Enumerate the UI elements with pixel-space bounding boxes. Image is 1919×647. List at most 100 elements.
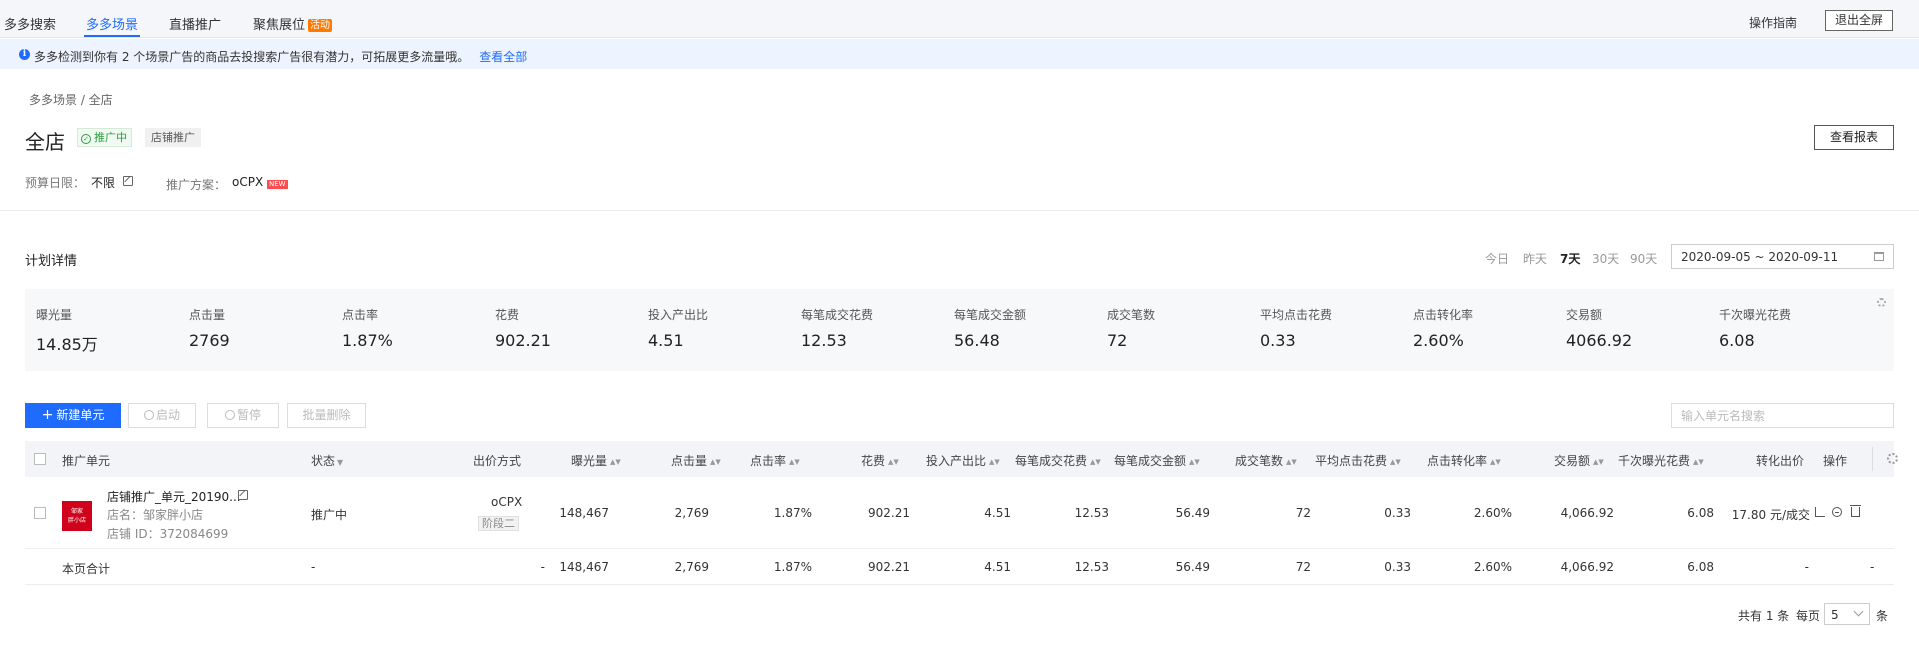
- sort-icon[interactable]: ▲▼: [1593, 458, 1604, 466]
- range-30-days[interactable]: 30天: [1592, 250, 1619, 267]
- col-avg-cpc[interactable]: 平均点击花费 ▲▼: [1315, 452, 1401, 469]
- sort-icon[interactable]: ▲▼: [1693, 458, 1704, 466]
- plus-icon: +: [41, 407, 54, 423]
- start-button[interactable]: 启动: [128, 403, 196, 428]
- col-spend[interactable]: 花费 ▲▼: [861, 452, 899, 469]
- batch-delete-button[interactable]: 批量删除: [287, 403, 366, 428]
- stats-settings-icon[interactable]: [1877, 298, 1886, 307]
- total-spend: 902.21: [868, 560, 910, 574]
- col-impressions[interactable]: 曝光量 ▲▼: [571, 452, 621, 469]
- sort-icon[interactable]: ▲▼: [610, 458, 621, 466]
- section-divider: [0, 210, 1919, 211]
- per-page-label: 每页: [1796, 609, 1821, 623]
- col-gmv[interactable]: 交易额 ▲▼: [1554, 452, 1604, 469]
- row-gmv: 4,066.92: [1560, 506, 1614, 520]
- view-report-button[interactable]: 查看报表: [1814, 125, 1894, 150]
- tab-focus-booth[interactable]: 聚焦展位 活动: [253, 14, 333, 33]
- unit-search-input[interactable]: [1671, 403, 1894, 428]
- promotion-type-tag: 店铺推广: [145, 128, 201, 147]
- new-unit-label: 新建单元: [56, 408, 105, 422]
- plan-details-title: 计划详情: [25, 254, 78, 269]
- select-all-checkbox[interactable]: [34, 453, 46, 465]
- col-cost-per-order[interactable]: 每笔成交花费 ▲▼: [1015, 452, 1101, 469]
- filter-icon[interactable]: ▼: [337, 458, 343, 467]
- stat-value: 0.33: [1260, 331, 1296, 350]
- row-avg-cpc: 0.33: [1384, 506, 1411, 520]
- stat-value: 4.51: [648, 331, 684, 350]
- table-row: 邹家 胖小店 店铺推广_单元_20190... 店名：邹家胖小店 店铺 ID：37…: [25, 477, 1894, 549]
- row-cost-per-order: 12.53: [1074, 506, 1109, 520]
- row-status: 推广中: [311, 508, 348, 522]
- stat-label: 每笔成交花费: [801, 308, 874, 322]
- check-circle-icon: ✓: [81, 134, 91, 144]
- unit-name-link[interactable]: 店铺推广_单元_20190...: [107, 488, 241, 505]
- range-today[interactable]: 今日: [1485, 250, 1509, 267]
- total-count: 共有 1 条: [1738, 609, 1790, 623]
- sort-icon[interactable]: ▲▼: [989, 458, 1000, 466]
- chart-icon[interactable]: [1815, 507, 1825, 517]
- stat-label: 曝光量: [36, 308, 73, 322]
- total-cost-per-order: 12.53: [1074, 560, 1109, 574]
- date-range-picker[interactable]: 2020-09-05 ~ 2020-09-11: [1671, 244, 1894, 269]
- sort-icon[interactable]: ▲▼: [710, 458, 721, 466]
- col-roi-label: 投入产出比: [926, 454, 987, 468]
- edit-budget-icon[interactable]: [123, 176, 133, 186]
- col-ctr[interactable]: 点击率 ▲▼: [750, 452, 800, 469]
- sort-icon[interactable]: ▲▼: [1090, 458, 1101, 466]
- sort-icon[interactable]: ▲▼: [789, 458, 800, 466]
- page-title: 全店: [25, 130, 65, 154]
- row-conv-bid: 17.80 元/成交: [1731, 508, 1810, 522]
- sort-icon[interactable]: ▲▼: [1490, 458, 1501, 466]
- exit-fullscreen-button[interactable]: 退出全屏: [1825, 10, 1893, 31]
- col-cpm[interactable]: 千次曝光花费 ▲▼: [1618, 452, 1704, 469]
- row-ctr: 1.87%: [773, 506, 812, 520]
- pause-label: 暂停: [236, 408, 261, 422]
- col-cvr-label: 点击转化率: [1427, 454, 1488, 468]
- col-unit: 推广单元: [62, 454, 111, 468]
- pause-circle-icon[interactable]: [1832, 507, 1842, 517]
- range-90-days[interactable]: 90天: [1630, 250, 1657, 267]
- trash-icon[interactable]: [1850, 505, 1861, 517]
- status-badge-label: 推广中: [94, 131, 127, 144]
- col-roi[interactable]: 投入产出比 ▲▼: [926, 452, 1000, 469]
- column-settings-icon[interactable]: [1887, 453, 1898, 464]
- stats-panel: 曝光量 14.85万 点击量 2769 点击率 1.87% 花费 902.21 …: [25, 289, 1894, 371]
- row-checkbox[interactable]: [34, 507, 46, 519]
- tab-duoduo-scene[interactable]: 多多场景: [86, 14, 138, 33]
- stat-label: 点击转化率: [1413, 308, 1474, 322]
- sort-icon[interactable]: ▲▼: [1286, 458, 1297, 466]
- pause-button[interactable]: 暂停: [207, 403, 279, 428]
- row-cpm: 6.08: [1687, 506, 1714, 520]
- row-spend: 902.21: [868, 506, 910, 520]
- sort-icon[interactable]: ▲▼: [888, 458, 899, 466]
- col-orders[interactable]: 成交笔数 ▲▼: [1235, 452, 1297, 469]
- info-icon: i: [19, 49, 30, 60]
- row-orders: 72: [1295, 506, 1311, 520]
- status-badge: ✓ 推广中: [77, 128, 132, 147]
- view-all-link[interactable]: 查看全部: [479, 50, 527, 64]
- page-size-select[interactable]: 5: [1824, 603, 1870, 625]
- range-yesterday[interactable]: 昨天: [1523, 250, 1547, 267]
- sort-icon[interactable]: ▲▼: [1189, 458, 1200, 466]
- range-7-days[interactable]: 7天: [1560, 250, 1580, 267]
- budget-label: 预算日限：: [25, 176, 86, 190]
- total-cvr: 2.60%: [1473, 560, 1512, 574]
- col-bid: 出价方式: [473, 454, 522, 468]
- new-unit-button[interactable]: + 新建单元: [25, 403, 121, 428]
- sort-icon[interactable]: ▲▼: [1390, 458, 1401, 466]
- tab-duoduo-search[interactable]: 多多搜索: [4, 14, 56, 33]
- col-clicks[interactable]: 点击量 ▲▼: [671, 452, 721, 469]
- tab-live-promotion[interactable]: 直播推广: [169, 14, 221, 33]
- total-avg-cpc: 0.33: [1384, 560, 1411, 574]
- operation-guide-link[interactable]: 操作指南: [1749, 14, 1797, 31]
- new-badge: NEW: [267, 180, 288, 189]
- col-amount-per-order[interactable]: 每笔成交金额 ▲▼: [1114, 452, 1200, 469]
- col-cvr[interactable]: 点击转化率 ▲▼: [1427, 452, 1501, 469]
- stat-label: 每笔成交金额: [954, 308, 1027, 322]
- col-gmv-label: 交易额: [1554, 454, 1591, 468]
- total-op: -: [1870, 560, 1875, 574]
- stage-tag: 阶段二: [478, 516, 519, 531]
- col-status[interactable]: 状态 ▼: [311, 452, 343, 469]
- stat-label: 交易额: [1566, 308, 1603, 322]
- edit-unit-name-icon[interactable]: [238, 490, 248, 500]
